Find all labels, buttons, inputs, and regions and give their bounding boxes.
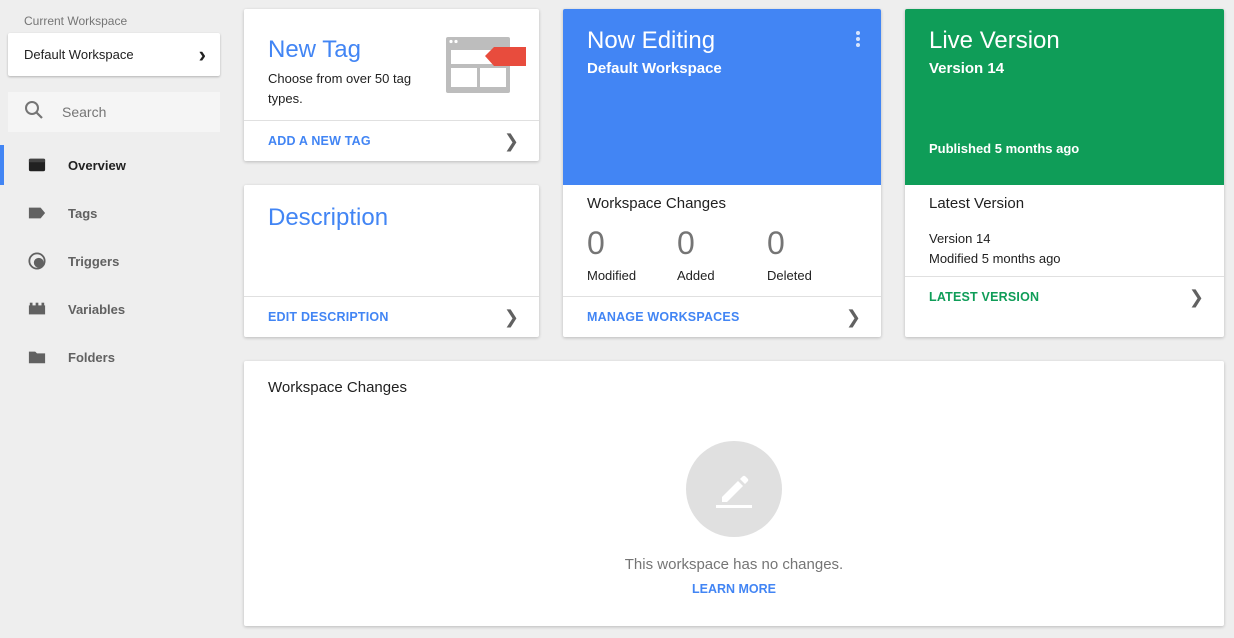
- workspace-selector[interactable]: Default Workspace ›: [8, 33, 220, 76]
- sidebar-item-tags[interactable]: Tags: [0, 189, 228, 237]
- sidebar-item-label: Overview: [68, 157, 126, 173]
- latest-version-link[interactable]: LATEST VERSION ❯: [905, 276, 1224, 317]
- workspace-changes-card: Workspace Changes This workspace has no …: [244, 361, 1224, 626]
- sidebar-nav: Overview Tags Triggers Variables Folders: [0, 141, 228, 381]
- now-editing-header: Now Editing Default Workspace: [563, 9, 881, 185]
- sidebar-item-label: Tags: [68, 205, 98, 221]
- sidebar: Current Workspace Default Workspace › Ov…: [0, 0, 228, 638]
- sidebar-item-label: Variables: [68, 301, 126, 317]
- sidebar-item-label: Folders: [68, 349, 115, 365]
- trigger-icon: [28, 252, 46, 270]
- live-version-title: Live Version: [929, 27, 1060, 54]
- sidebar-item-triggers[interactable]: Triggers: [0, 237, 228, 285]
- now-editing-title: Now Editing: [587, 27, 716, 54]
- deleted-stat: 0 Deleted: [767, 225, 847, 283]
- added-label: Added: [677, 268, 715, 283]
- published-time: Published 5 months ago: [929, 141, 1080, 156]
- added-stat: 0 Added: [677, 225, 757, 283]
- sidebar-item-label: Triggers: [68, 253, 120, 269]
- edit-description-link[interactable]: EDIT DESCRIPTION ❯: [244, 296, 539, 337]
- live-version-number: Version 14: [929, 60, 1005, 77]
- manage-workspaces-link[interactable]: MANAGE WORKSPACES ❯: [563, 296, 881, 337]
- edit-icon: [686, 441, 782, 537]
- latest-version-heading: Latest Version: [929, 195, 1025, 212]
- sidebar-item-overview[interactable]: Overview: [0, 141, 228, 189]
- sidebar-item-folders[interactable]: Folders: [0, 333, 228, 381]
- description-title: Description: [268, 204, 389, 231]
- chevron-right-icon: ❯: [845, 307, 861, 327]
- chevron-right-icon: ›: [198, 41, 206, 67]
- modified-label: Modified: [587, 268, 637, 283]
- live-version-header: Live Version Version 14 Published 5 mont…: [905, 9, 1224, 185]
- modified-stat: 0 Modified: [587, 225, 667, 283]
- add-new-tag-link[interactable]: ADD A NEW TAG ❯: [244, 120, 539, 161]
- tag-illustration-icon: [446, 37, 528, 100]
- current-workspace-caption: Current Workspace: [24, 14, 128, 28]
- new-tag-title[interactable]: New Tag: [268, 36, 361, 64]
- latest-version-modified: Modified 5 months ago: [929, 251, 1061, 266]
- chevron-right-icon: ❯: [503, 307, 519, 327]
- empty-state-message: This workspace has no changes.: [624, 556, 844, 573]
- deleted-count: 0: [767, 225, 785, 261]
- added-count: 0: [677, 225, 695, 261]
- tag-icon: [28, 204, 46, 222]
- chevron-right-icon: ❯: [503, 131, 519, 151]
- manage-workspaces-label: MANAGE WORKSPACES: [587, 310, 740, 324]
- latest-version-number: Version 14: [929, 231, 991, 246]
- deleted-label: Deleted: [767, 268, 812, 283]
- search-input[interactable]: [62, 104, 202, 120]
- variables-icon: [28, 300, 46, 318]
- new-tag-card: New Tag Choose from over 50 tag types. A…: [244, 9, 539, 161]
- live-version-card: Live Version Version 14 Published 5 mont…: [905, 9, 1224, 337]
- modified-count: 0: [587, 225, 605, 261]
- chevron-right-icon: ❯: [1188, 287, 1204, 307]
- more-options-icon[interactable]: [855, 31, 861, 49]
- latest-version-label: LATEST VERSION: [929, 290, 1040, 304]
- description-card: Description EDIT DESCRIPTION ❯: [244, 185, 539, 337]
- workspace-name: Default Workspace: [24, 47, 134, 62]
- sidebar-item-variables[interactable]: Variables: [0, 285, 228, 333]
- search-icon: [24, 100, 44, 125]
- editing-workspace-name: Default Workspace: [587, 60, 722, 77]
- overview-icon: [28, 156, 46, 174]
- add-new-tag-label: ADD A NEW TAG: [268, 134, 371, 148]
- search-box[interactable]: [8, 92, 220, 132]
- workspace-changes-title: Workspace Changes: [268, 379, 407, 396]
- new-tag-description: Choose from over 50 tag types.: [268, 71, 412, 106]
- learn-more-link[interactable]: LEARN MORE: [244, 582, 1224, 596]
- latest-version-info: Version 14 Modified 5 months ago: [929, 229, 1061, 269]
- workspace-changes-heading: Workspace Changes: [587, 195, 726, 212]
- edit-description-label: EDIT DESCRIPTION: [268, 310, 389, 324]
- folder-icon: [28, 348, 46, 366]
- now-editing-card: Now Editing Default Workspace Workspace …: [563, 9, 881, 337]
